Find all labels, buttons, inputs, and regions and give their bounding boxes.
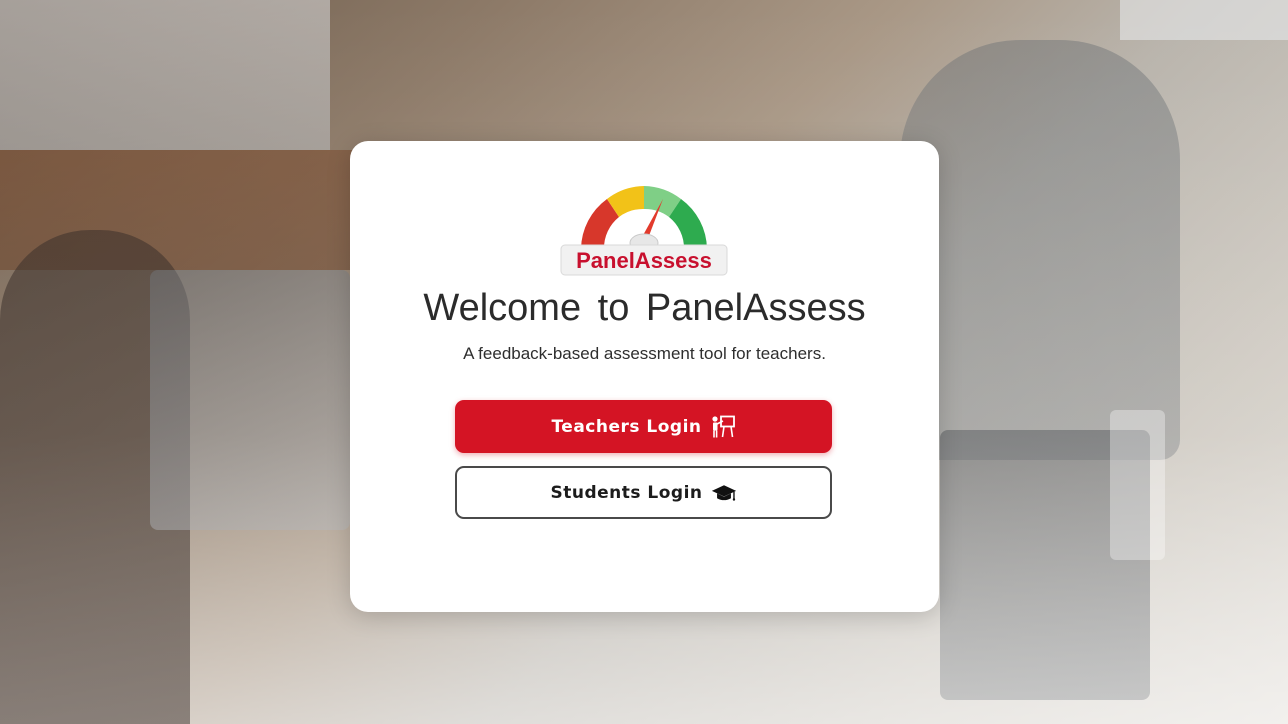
background-window [0, 0, 330, 150]
background-person [900, 40, 1180, 460]
panelassess-logo: PanelAssess [560, 186, 728, 276]
students-login-button[interactable]: Students Login [455, 466, 832, 519]
background-glass [1110, 410, 1165, 560]
page-title: Welcome to PanelAssess [423, 287, 866, 329]
background-laptop [150, 270, 350, 530]
teacher-board-icon [711, 415, 735, 437]
teachers-login-label: Teachers Login [551, 416, 702, 437]
teachers-login-button[interactable]: Teachers Login [455, 400, 832, 453]
logo-text: PanelAssess [576, 248, 712, 273]
background-window [1120, 0, 1288, 40]
students-login-label: Students Login [550, 482, 703, 503]
graduation-cap-icon [711, 484, 736, 501]
login-card: PanelAssess Welcome to PanelAssess A fee… [350, 141, 939, 612]
page-subtitle: A feedback-based assessment tool for tea… [463, 344, 826, 363]
gauge-icon [581, 186, 707, 253]
